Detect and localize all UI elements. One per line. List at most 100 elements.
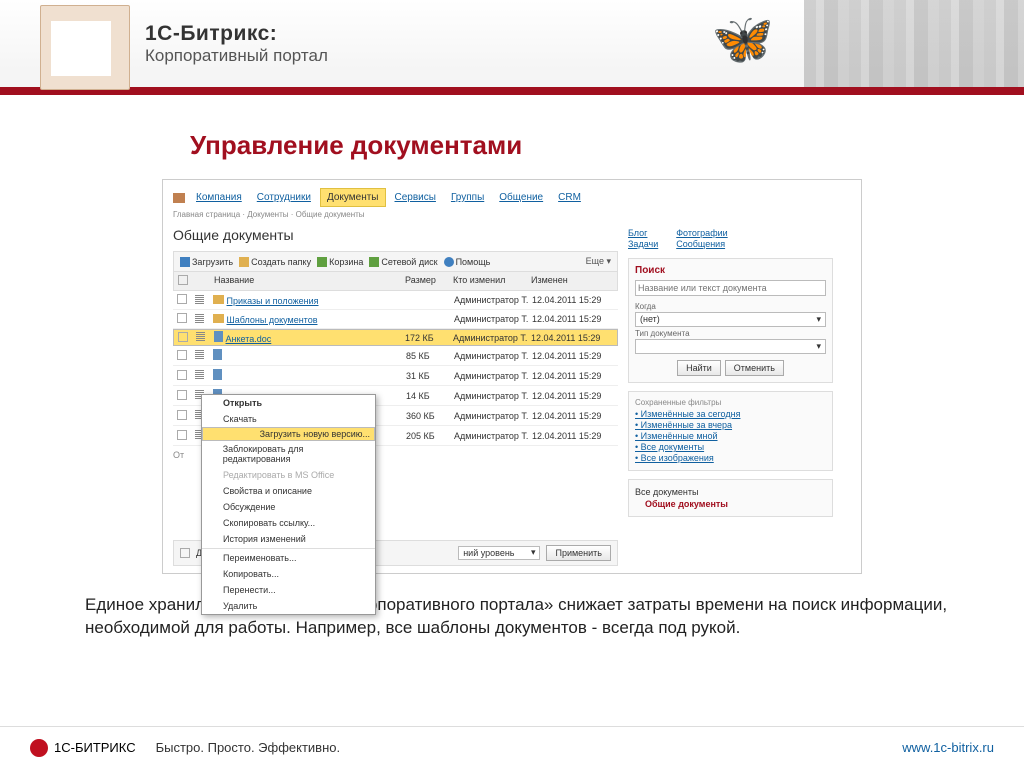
city-graphic [804, 0, 1024, 87]
ql-photos[interactable]: Фотографии [676, 228, 727, 238]
table-row[interactable]: 31 КБАдминистратор Т.12.04.2011 15:29 [173, 366, 618, 386]
ctx-icon [208, 534, 218, 544]
row-checkbox[interactable] [178, 332, 188, 342]
menu-icon[interactable] [195, 314, 204, 323]
cell-when: 12.04.2011 15:29 [532, 295, 614, 305]
table-row[interactable]: Приказы и положенияАдминистратор Т.12.04… [173, 291, 618, 310]
level-select[interactable]: ний уровень [458, 546, 540, 560]
menu-icon[interactable] [195, 350, 204, 359]
ctx-item[interactable]: Обсуждение [202, 499, 375, 515]
nav-communication[interactable]: Общение [493, 189, 549, 206]
doc-icon [214, 331, 223, 342]
select-all-checkbox[interactable] [178, 275, 188, 285]
nav-crm[interactable]: CRM [552, 189, 587, 206]
tb-upload[interactable]: Загрузить [180, 257, 233, 267]
row-checkbox[interactable] [177, 390, 187, 400]
row-checkbox[interactable] [177, 430, 187, 440]
row-checkbox[interactable] [177, 350, 187, 360]
tree-active-node[interactable]: Общие документы [635, 498, 826, 510]
nav-documents[interactable]: Документы [320, 188, 386, 207]
ctx-item[interactable]: История изменений [202, 531, 375, 547]
saved-filters: Сохраненные фильтры • Изменённые за сего… [628, 391, 833, 471]
cell-who: Администратор Т. [454, 431, 532, 441]
tree-root[interactable]: Все документы [635, 486, 826, 498]
search-type-select[interactable]: ▾ [635, 339, 826, 354]
file-link[interactable]: Анкета.doc [226, 334, 272, 344]
ctx-icon [208, 502, 218, 512]
nav-company[interactable]: Компания [190, 189, 248, 206]
search-when-select[interactable]: (нет)▾ [635, 312, 826, 327]
ctx-item[interactable]: Копировать... [202, 566, 375, 582]
row-checkbox[interactable] [177, 370, 187, 380]
tb-trash[interactable]: Корзина [317, 257, 363, 267]
col-size[interactable]: Размер [405, 275, 453, 287]
table-row[interactable]: Шаблоны документовАдминистратор Т.12.04.… [173, 310, 618, 329]
cell-size: 205 КБ [406, 431, 454, 441]
tb-help[interactable]: Помощь [444, 257, 491, 267]
ctx-item[interactable]: Заблокировать для редактирования [202, 441, 375, 467]
nav-groups[interactable]: Группы [445, 189, 490, 206]
nav-services[interactable]: Сервисы [389, 189, 442, 206]
cell-when: 12.04.2011 15:29 [532, 431, 614, 441]
folder-icon [239, 257, 249, 267]
menu-icon[interactable] [196, 332, 205, 341]
table-row[interactable]: Анкета.doc172 КБАдминистратор Т.12.04.20… [173, 329, 618, 346]
header-title: 1С-Битрикс: Корпоративный портал [145, 22, 328, 66]
ctx-icon [208, 414, 218, 424]
ctx-item[interactable]: Перенести... [202, 582, 375, 598]
ctx-item[interactable]: Скачать [202, 411, 375, 427]
ctx-item[interactable]: Удалить [202, 598, 375, 614]
col-when[interactable]: Изменен [531, 275, 613, 287]
ctx-icon [208, 553, 218, 563]
search-input[interactable] [635, 280, 826, 296]
ctx-item[interactable]: Открыть [202, 395, 375, 411]
tb-more[interactable]: Еще ▾ [586, 256, 611, 267]
filter-link[interactable]: • Изменённые за вчера [635, 420, 826, 430]
nav-employees[interactable]: Сотрудники [251, 189, 317, 206]
row-checkbox[interactable] [177, 410, 187, 420]
home-icon[interactable] [173, 193, 185, 203]
ql-messages[interactable]: Сообщения [676, 239, 727, 249]
file-link[interactable]: Шаблоны документов [227, 315, 318, 325]
ctx-item[interactable]: Переименовать... [202, 550, 375, 566]
menu-icon[interactable] [195, 295, 204, 304]
section-title: Общие документы [173, 227, 618, 243]
level-checkbox[interactable] [180, 548, 190, 558]
ql-blog[interactable]: Блог [628, 228, 658, 238]
file-link[interactable]: Приказы и положения [227, 296, 319, 306]
filter-link[interactable]: • Изменённые за сегодня [635, 409, 826, 419]
row-checkbox[interactable] [177, 313, 187, 323]
breadcrumb: Главная страница · Документы · Общие док… [173, 210, 851, 219]
tb-create-folder[interactable]: Создать папку [239, 257, 311, 267]
doc-tree: Все документы Общие документы [628, 479, 833, 517]
search-cancel-button[interactable]: Отменить [725, 360, 784, 376]
ql-tasks[interactable]: Задачи [628, 239, 658, 249]
cell-when: 12.04.2011 15:29 [532, 314, 614, 324]
brand-sub: Корпоративный портал [145, 46, 328, 66]
file-toolbar: Загрузить Создать папку Корзина Сетевой … [173, 251, 618, 272]
search-title: Поиск [635, 265, 826, 276]
footer-brand: 1С-БИТРИКС [54, 740, 136, 755]
ctx-item[interactable]: Свойства и описание [202, 483, 375, 499]
col-who[interactable]: Кто изменил [453, 275, 531, 287]
product-box-graphic [40, 5, 130, 90]
row-checkbox[interactable] [177, 294, 187, 304]
folder-icon [213, 314, 224, 323]
table-row[interactable]: 85 КБАдминистратор Т.12.04.2011 15:29 [173, 346, 618, 366]
slide-body-text: Единое хранилище документов «Корпоративн… [0, 574, 1024, 640]
ctx-icon [208, 449, 218, 459]
col-name[interactable]: Название [214, 275, 405, 287]
footer-url: www.1c-bitrix.ru [902, 740, 994, 755]
ctx-item[interactable]: Загрузить новую версию... [202, 427, 375, 441]
search-find-button[interactable]: Найти [677, 360, 721, 376]
ctx-item[interactable]: Скопировать ссылку... [202, 515, 375, 531]
doc-icon [213, 349, 222, 360]
filter-link[interactable]: • Все документы [635, 442, 826, 452]
folder-icon [213, 295, 224, 304]
cell-who: Администратор Т. [454, 351, 532, 361]
filter-link[interactable]: • Все изображения [635, 453, 826, 463]
apply-button[interactable]: Применить [546, 545, 611, 561]
filter-link[interactable]: • Изменённые мной [635, 431, 826, 441]
menu-icon[interactable] [195, 370, 204, 379]
tb-netdisk[interactable]: Сетевой диск [369, 257, 437, 267]
